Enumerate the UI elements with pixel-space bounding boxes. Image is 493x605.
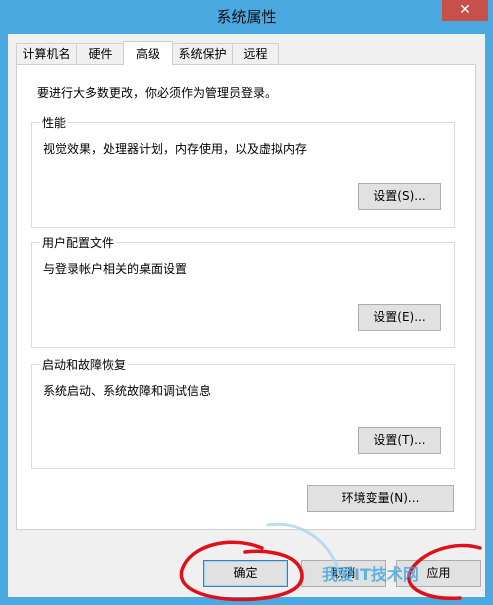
- ok-button[interactable]: 确定: [203, 560, 288, 587]
- performance-title: 性能: [40, 114, 69, 131]
- user-profiles-title: 用户配置文件: [40, 234, 117, 251]
- performance-description: 视觉效果，处理器计划，内存使用，以及虚拟内存: [43, 142, 308, 156]
- environment-variables-button[interactable]: 环境变量(N)...: [307, 485, 454, 512]
- tab-label: 系统保护: [178, 47, 227, 61]
- apply-button[interactable]: 应用: [396, 560, 481, 587]
- tab-label: 计算机名: [22, 47, 71, 61]
- tab-label: 高级: [135, 47, 160, 61]
- user-profiles-settings-button[interactable]: 设置(E)...: [358, 304, 441, 331]
- startup-recovery-settings-button[interactable]: 设置(T)...: [358, 427, 441, 454]
- cancel-button[interactable]: 取消: [301, 560, 386, 587]
- tab-label: 远程: [243, 47, 268, 61]
- user-profiles-description: 与登录帐户相关的桌面设置: [43, 262, 188, 276]
- tab-hardware[interactable]: 硬件: [76, 43, 125, 65]
- tab-computer-name[interactable]: 计算机名: [16, 43, 77, 65]
- tab-label: 硬件: [88, 47, 113, 61]
- title-bar[interactable]: 系统属性 ✕: [0, 0, 493, 34]
- window-title: 系统属性: [216, 8, 277, 26]
- tab-remote[interactable]: 远程: [232, 43, 279, 65]
- system-properties-window: 系统属性 ✕ 计算机名 硬件 高级 系统保护 远程 要进行大多数更改，你必须作为…: [0, 0, 493, 605]
- startup-recovery-group: 启动和故障恢复 系统启动、系统故障和调试信息 设置(T)...: [31, 356, 455, 469]
- close-button[interactable]: ✕: [442, 0, 488, 21]
- close-icon: ✕: [459, 2, 471, 18]
- tab-advanced[interactable]: 高级: [123, 41, 173, 66]
- tab-system-protection[interactable]: 系统保护: [172, 43, 233, 65]
- advanced-tab-panel: 要进行大多数更改，你必须作为管理员登录。 性能 视觉效果，处理器计划，内存使用，…: [16, 64, 476, 530]
- performance-settings-button[interactable]: 设置(S)...: [358, 183, 441, 210]
- admin-note: 要进行大多数更改，你必须作为管理员登录。: [37, 86, 278, 100]
- startup-recovery-description: 系统启动、系统故障和调试信息: [43, 384, 212, 398]
- performance-group: 性能 视觉效果，处理器计划，内存使用，以及虚拟内存 设置(S)...: [31, 114, 455, 228]
- user-profiles-group: 用户配置文件 与登录帐户相关的桌面设置 设置(E)...: [31, 234, 455, 348]
- startup-recovery-title: 启动和故障恢复: [40, 356, 129, 373]
